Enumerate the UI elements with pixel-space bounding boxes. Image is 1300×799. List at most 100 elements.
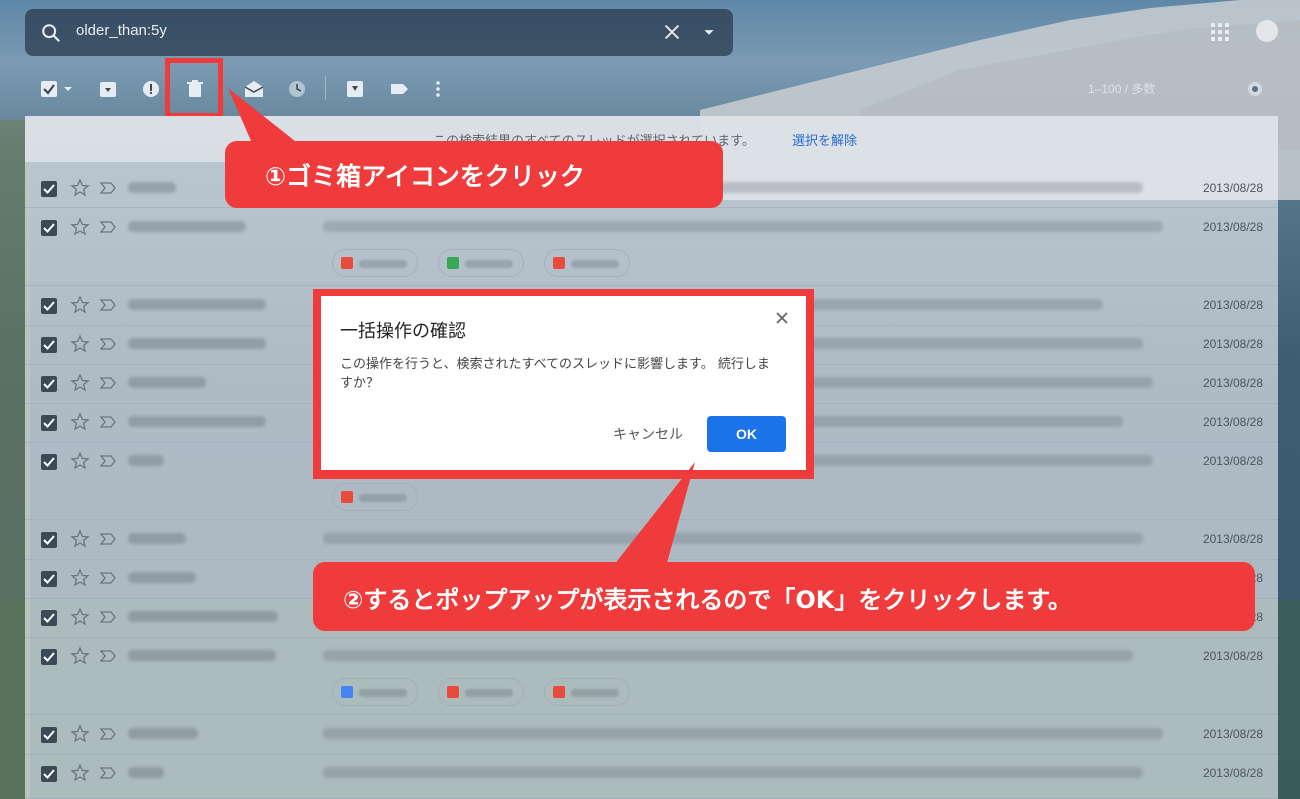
- callout-step1-text: ①ゴミ箱アイコンをクリック: [265, 162, 585, 191]
- attachment-chip[interactable]: [544, 249, 630, 277]
- row-date: 2013/08/28: [1202, 766, 1263, 780]
- star-icon[interactable]: [70, 646, 90, 666]
- attachment-chip[interactable]: [438, 249, 524, 277]
- row-date: 2013/08/28: [1202, 454, 1263, 468]
- settings-gear-icon[interactable]: [1244, 78, 1266, 100]
- attachment-chip[interactable]: [332, 249, 418, 277]
- importance-marker-icon[interactable]: [99, 375, 117, 391]
- row-checkbox[interactable]: [41, 727, 57, 743]
- row-date: 2013/08/28: [1202, 220, 1263, 234]
- attachment-file-icon: [447, 686, 459, 698]
- apps-grid-icon[interactable]: [1211, 23, 1229, 41]
- search-input[interactable]: older_than:5y: [76, 22, 167, 39]
- importance-marker-icon[interactable]: [99, 336, 117, 352]
- row-checkbox[interactable]: [41, 220, 57, 236]
- row-date: 2013/08/28: [1202, 181, 1263, 195]
- account-avatar[interactable]: [1256, 20, 1278, 42]
- importance-marker-icon[interactable]: [99, 648, 117, 664]
- sender-redacted: [128, 377, 206, 388]
- table-row[interactable]: 2013/08/28: [25, 755, 1278, 799]
- row-checkbox[interactable]: [41, 571, 57, 587]
- bulk-action-dialog: 一括操作の確認 この操作を行うと、検索されたすべてのスレッドに影響します。 続行…: [321, 296, 806, 470]
- attachment-chip[interactable]: [438, 678, 524, 706]
- star-icon[interactable]: [70, 568, 90, 588]
- table-row[interactable]: 2013/08/28: [25, 716, 1278, 755]
- row-date: 2013/08/28: [1202, 727, 1263, 741]
- star-icon[interactable]: [70, 178, 90, 198]
- label-icon[interactable]: [388, 78, 410, 100]
- dialog-title: 一括操作の確認: [340, 321, 466, 342]
- row-checkbox[interactable]: [41, 181, 57, 197]
- row-checkbox[interactable]: [41, 532, 57, 548]
- row-checkbox[interactable]: [41, 610, 57, 626]
- row-date: 2013/08/28: [1202, 532, 1263, 546]
- importance-marker-icon[interactable]: [99, 180, 117, 196]
- archive-icon[interactable]: [97, 78, 119, 100]
- move-to-icon[interactable]: [344, 78, 366, 100]
- row-checkbox[interactable]: [41, 337, 57, 353]
- search-options-icon[interactable]: [698, 21, 720, 43]
- star-icon[interactable]: [70, 451, 90, 471]
- attachment-name-redacted: [571, 689, 619, 697]
- row-checkbox[interactable]: [41, 298, 57, 314]
- attachment-chip[interactable]: [332, 483, 418, 511]
- importance-marker-icon[interactable]: [99, 219, 117, 235]
- attachment-file-icon: [553, 257, 565, 269]
- importance-marker-icon[interactable]: [99, 726, 117, 742]
- clear-search-icon[interactable]: [661, 21, 683, 43]
- importance-marker-icon[interactable]: [99, 609, 117, 625]
- subject-redacted: [323, 767, 1143, 778]
- select-all-checkbox[interactable]: [39, 78, 75, 100]
- importance-marker-icon[interactable]: [99, 297, 117, 313]
- importance-marker-icon[interactable]: [99, 531, 117, 547]
- sender-redacted: [128, 416, 266, 427]
- cancel-button[interactable]: キャンセル: [603, 416, 693, 452]
- row-checkbox[interactable]: [41, 766, 57, 782]
- sender-redacted: [128, 338, 266, 349]
- attachment-chip[interactable]: [332, 678, 418, 706]
- row-checkbox[interactable]: [41, 376, 57, 392]
- star-icon[interactable]: [70, 763, 90, 783]
- table-row[interactable]: 2013/08/28: [25, 521, 1278, 560]
- spam-icon[interactable]: [140, 78, 162, 100]
- clear-selection-link[interactable]: 選択を解除: [792, 130, 857, 149]
- row-checkbox[interactable]: [41, 649, 57, 665]
- star-icon[interactable]: [70, 529, 90, 549]
- importance-marker-icon[interactable]: [99, 570, 117, 586]
- search-bar[interactable]: older_than:5y: [25, 9, 733, 56]
- row-date: 2013/08/28: [1202, 415, 1263, 429]
- sender-redacted: [128, 767, 164, 778]
- row-date: 2013/08/28: [1202, 337, 1263, 351]
- row-checkbox[interactable]: [41, 415, 57, 431]
- row-date: 2013/08/28: [1202, 649, 1263, 663]
- importance-marker-icon[interactable]: [99, 414, 117, 430]
- subject-redacted: [323, 221, 1163, 232]
- sender-redacted: [128, 299, 266, 310]
- more-options-icon[interactable]: [427, 78, 449, 100]
- row-checkbox[interactable]: [41, 454, 57, 470]
- star-icon[interactable]: [70, 217, 90, 237]
- star-icon[interactable]: [70, 724, 90, 744]
- snooze-icon[interactable]: [286, 78, 308, 100]
- star-icon[interactable]: [70, 412, 90, 432]
- attachment-name-redacted: [359, 494, 407, 502]
- importance-marker-icon[interactable]: [99, 765, 117, 781]
- close-icon[interactable]: [774, 310, 790, 326]
- star-icon[interactable]: [70, 607, 90, 627]
- star-icon[interactable]: [70, 373, 90, 393]
- sender-redacted: [128, 182, 176, 193]
- attachment-chip[interactable]: [544, 678, 630, 706]
- table-row[interactable]: 2013/08/28: [25, 209, 1278, 286]
- mark-read-icon[interactable]: [243, 78, 265, 100]
- importance-marker-icon[interactable]: [99, 453, 117, 469]
- pagination-text: 1–100 / 多数: [1088, 82, 1156, 96]
- star-icon[interactable]: [70, 334, 90, 354]
- ok-button[interactable]: OK: [707, 416, 786, 452]
- table-row[interactable]: 2013/08/28: [25, 638, 1278, 715]
- star-icon[interactable]: [70, 295, 90, 315]
- subject-redacted: [323, 650, 1133, 661]
- sender-redacted: [128, 455, 164, 466]
- search-icon[interactable]: [40, 22, 62, 44]
- row-date: 2013/08/28: [1202, 376, 1263, 390]
- attachment-file-icon: [447, 257, 459, 269]
